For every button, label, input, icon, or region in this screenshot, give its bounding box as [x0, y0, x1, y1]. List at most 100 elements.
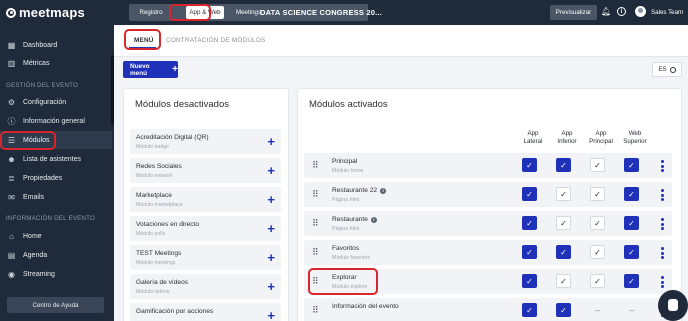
add-module-icon[interactable]: +: [267, 280, 275, 293]
info-icon[interactable]: i: [380, 187, 387, 194]
active-module-item[interactable]: ⠿ Restaurante i Página html ✓ ✓ ✓ ✓: [304, 211, 672, 236]
add-module-icon[interactable]: +: [267, 193, 275, 206]
disabled-module-item[interactable]: Votaciones en directo Módulo polls +: [130, 216, 281, 241]
user-name[interactable]: Sales Team: [651, 9, 683, 16]
active-module-item[interactable]: ⠿ Restaurante 22 i Página html ✓ ✓ ✓ ✓: [304, 182, 672, 207]
help-info-icon[interactable]: i: [617, 7, 626, 16]
event-title[interactable]: DATA SCIENCE CONGRESS 20...: [260, 8, 382, 17]
top-bar: Registro App & Web Meetings DATA SCIENCE…: [114, 0, 688, 25]
more-options-icon[interactable]: [661, 160, 664, 174]
module-type: Módulo network: [136, 173, 173, 179]
sidebar-item-metrics[interactable]: ▥ Métricas: [0, 54, 112, 72]
module-type: Módulo marketplace: [136, 202, 183, 208]
visibility-checkbox[interactable]: ✓: [624, 158, 639, 172]
sidebar-item-emails[interactable]: ✉ Emails: [0, 188, 112, 206]
preview-button[interactable]: Previsualizar: [550, 5, 597, 20]
visibility-checkbox[interactable]: ✓: [556, 216, 571, 230]
chat-support-button[interactable]: [658, 290, 688, 321]
bell-icon[interactable]: 🔔︎: [601, 7, 611, 17]
disabled-module-item[interactable]: Redes Sociales Módulo network +: [130, 158, 281, 183]
sidebar-item-label: Propiedades: [23, 174, 63, 182]
add-module-icon[interactable]: +: [267, 222, 275, 235]
sidebar-item-label: Streaming: [23, 270, 55, 278]
more-options-icon[interactable]: [661, 276, 664, 290]
language-selector[interactable]: ES: [652, 62, 682, 77]
sidebar-item-modules[interactable]: ☰ Módulos: [0, 131, 112, 149]
visibility-checkbox[interactable]: ✓: [556, 245, 571, 259]
logo-text: meetmaps: [19, 5, 85, 20]
drag-handle-icon[interactable]: ⠿: [312, 190, 319, 199]
column-header-line: App: [561, 130, 573, 137]
active-module-item[interactable]: ⠿ Favoritos Módulo favorites ✓ ✓ ✓ ✓: [304, 240, 672, 265]
tab-menu[interactable]: MENÚ: [134, 37, 154, 44]
module-name-wrap: Restaurante i: [332, 216, 377, 223]
sidebar-scrollbar[interactable]: [111, 55, 114, 125]
sidebar-item-home[interactable]: ⌂ Home: [0, 227, 112, 245]
section-heading-event-info: INFORMACIÓN DEL EVENTO: [6, 215, 95, 222]
drag-handle-icon[interactable]: ⠿: [312, 219, 319, 228]
more-options-icon[interactable]: [661, 247, 664, 261]
column-header-line: Web: [628, 130, 642, 137]
visibility-checkbox[interactable]: ✓: [522, 245, 537, 259]
sidebar-item-streaming[interactable]: ◉ Streaming: [0, 265, 112, 283]
visibility-checkbox[interactable]: ✓: [590, 216, 605, 230]
sidebar-item-general-info[interactable]: ⓘ Información general: [0, 112, 112, 130]
tab-app-web[interactable]: App & Web: [186, 6, 224, 19]
disabled-module-item[interactable]: Acreditación Digital (QR) Módulo badge +: [130, 129, 281, 154]
info-icon[interactable]: i: [370, 216, 377, 223]
avatar[interactable]: [635, 6, 646, 17]
sidebar-item-configuration[interactable]: ⚙ Configuración: [0, 93, 112, 111]
tab-module-contracting[interactable]: CONTRATACIÓN DE MÓDULOS: [166, 37, 266, 44]
subtab-bar: MENÚ CONTRATACIÓN DE MÓDULOS: [114, 25, 688, 57]
gear-icon: ⚙: [7, 97, 16, 107]
disabled-module-item[interactable]: Galería de vídeos Módulo videos +: [130, 274, 281, 299]
visibility-checkbox[interactable]: ✓: [522, 216, 537, 230]
disabled-module-item[interactable]: Gamificación por acciones +: [130, 303, 281, 321]
add-module-icon[interactable]: +: [267, 164, 275, 177]
tab-registro[interactable]: Registro: [133, 6, 169, 19]
drag-handle-icon[interactable]: ⠿: [312, 161, 319, 170]
people-icon: ☻: [7, 154, 16, 164]
visibility-checkbox[interactable]: ✓: [522, 158, 537, 172]
visibility-checkbox[interactable]: ✓: [522, 274, 537, 288]
disabled-module-item[interactable]: TEST Meetings Módulo meetings +: [130, 245, 281, 270]
active-module-item[interactable]: ⠿ Información del evento ✓ ✓ – –: [304, 298, 672, 321]
sidebar-item-label: Agenda: [23, 251, 48, 259]
new-menu-button[interactable]: Nuevo menú +: [123, 61, 178, 78]
add-module-icon[interactable]: +: [267, 251, 275, 264]
add-module-icon[interactable]: +: [267, 309, 275, 321]
visibility-checkbox[interactable]: ✓: [556, 303, 571, 317]
visibility-checkbox[interactable]: ✓: [624, 274, 639, 288]
drag-handle-icon[interactable]: ⠿: [312, 306, 319, 315]
more-options-icon[interactable]: [661, 218, 664, 232]
visibility-checkbox[interactable]: ✓: [590, 158, 605, 172]
visibility-checkbox[interactable]: ✓: [624, 216, 639, 230]
visibility-checkbox[interactable]: ✓: [556, 187, 571, 201]
visibility-checkbox[interactable]: ✓: [590, 245, 605, 259]
more-options-icon[interactable]: [661, 189, 664, 203]
meetmaps-logo[interactable]: meetmaps: [0, 0, 114, 25]
module-type: Módulo polls: [136, 231, 166, 237]
sidebar-item-dashboard[interactable]: ▦ Dashboard: [0, 36, 112, 54]
list-icon: ☰: [7, 135, 16, 145]
visibility-checkbox[interactable]: ✓: [590, 274, 605, 288]
visibility-checkbox[interactable]: ✓: [556, 158, 571, 172]
visibility-checkbox[interactable]: ✓: [624, 245, 639, 259]
disabled-module-item[interactable]: Marketplace Módulo marketplace +: [130, 187, 281, 212]
sidebar-item-agenda[interactable]: ▤ Agenda: [0, 246, 112, 264]
sidebar-item-properties[interactable]: ≣ Propiedades: [0, 169, 112, 187]
help-center-button[interactable]: Centro de Ayuda: [7, 297, 104, 313]
module-name: Restaurante: [332, 216, 368, 223]
sidebar-item-attendees[interactable]: ☻ Lista de asistentes: [0, 150, 112, 168]
drag-handle-icon[interactable]: ⠿: [312, 277, 319, 286]
visibility-checkbox[interactable]: ✓: [590, 187, 605, 201]
visibility-checkbox[interactable]: ✓: [556, 274, 571, 288]
visibility-checkbox[interactable]: ✓: [624, 187, 639, 201]
active-tab-underline: [129, 47, 156, 49]
add-module-icon[interactable]: +: [267, 135, 275, 148]
visibility-checkbox[interactable]: ✓: [522, 187, 537, 201]
visibility-checkbox[interactable]: ✓: [522, 303, 537, 317]
drag-handle-icon[interactable]: ⠿: [312, 248, 319, 257]
active-module-item[interactable]: ⠿ Principal Módulo home ✓ ✓ ✓ ✓: [304, 153, 672, 178]
active-module-item[interactable]: ⠿ Explorar Módulo explore ✓ ✓ ✓ ✓: [304, 269, 672, 294]
